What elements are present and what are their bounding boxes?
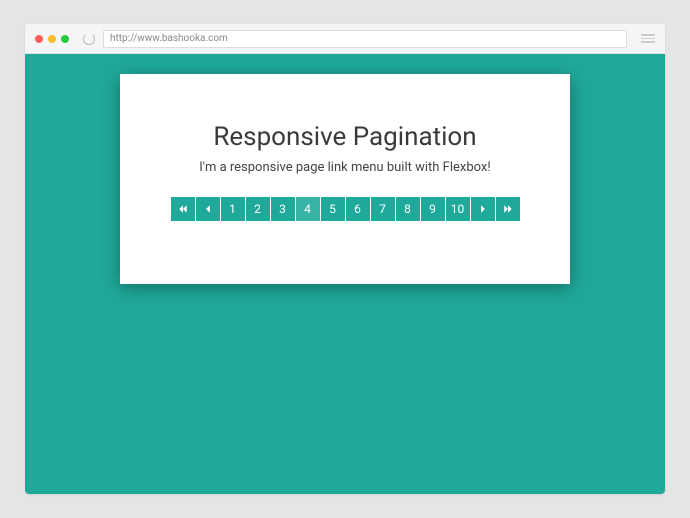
traffic-lights [35,35,69,43]
page-1-button[interactable]: 1 [221,197,245,221]
page-8-button[interactable]: 8 [396,197,420,221]
first-page-button[interactable] [171,197,195,221]
viewport: Responsive Pagination I'm a responsive p… [25,54,665,494]
browser-chrome: http://www.bashooka.com [25,24,665,54]
next-page-button[interactable] [471,197,495,221]
last-page-button[interactable] [496,197,520,221]
double-chevron-left-icon [178,204,188,214]
maximize-window-button[interactable] [61,35,69,43]
close-window-button[interactable] [35,35,43,43]
chevron-left-icon [203,204,213,214]
content-card: Responsive Pagination I'm a responsive p… [120,74,570,284]
page-4-button[interactable]: 4 [296,197,320,221]
page-2-button[interactable]: 2 [246,197,270,221]
page-subtitle: I'm a responsive page link menu built wi… [199,160,490,175]
prev-page-button[interactable] [196,197,220,221]
page-5-button[interactable]: 5 [321,197,345,221]
page-9-button[interactable]: 9 [421,197,445,221]
page-title: Responsive Pagination [213,122,476,152]
address-bar[interactable]: http://www.bashooka.com [103,30,627,48]
page-3-button[interactable]: 3 [271,197,295,221]
page-10-button[interactable]: 10 [446,197,470,221]
minimize-window-button[interactable] [48,35,56,43]
page-7-button[interactable]: 7 [371,197,395,221]
chevron-right-icon [478,204,488,214]
refresh-icon[interactable] [83,33,95,45]
browser-window: http://www.bashooka.com Responsive Pagin… [25,24,665,494]
page-6-button[interactable]: 6 [346,197,370,221]
hamburger-menu-icon[interactable] [641,34,655,43]
double-chevron-right-icon [503,204,513,214]
pagination: 1 2 3 4 5 6 7 8 9 10 [171,197,520,221]
address-bar-url: http://www.bashooka.com [110,33,228,44]
